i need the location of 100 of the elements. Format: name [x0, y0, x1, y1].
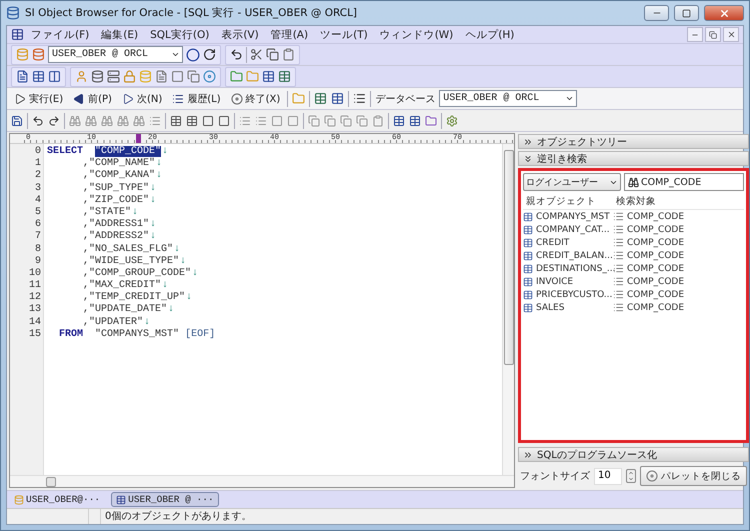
- binoculars-icon[interactable]: [69, 114, 81, 126]
- code-text: ,"ADDRESS2": [83, 231, 150, 242]
- folder-icon[interactable]: [292, 92, 306, 105]
- triangle-right-icon: [122, 92, 134, 104]
- binoculars-icon[interactable]: [85, 114, 97, 126]
- line-end-mark: ↓: [150, 194, 156, 206]
- table-cell: COMP_CODE: [613, 263, 744, 274]
- connection-dropdown[interactable]: USER_OBER @ ORCL: [48, 46, 183, 63]
- server-icon[interactable]: [107, 70, 120, 83]
- table-cell: PRICEBYCUSTO...: [523, 290, 613, 300]
- chevrons-down-icon: [523, 154, 533, 164]
- table-icon[interactable]: [170, 114, 182, 126]
- binoculars-icon[interactable]: [101, 114, 113, 126]
- square-icon[interactable]: [171, 70, 184, 83]
- search-field[interactable]: COMP_CODE: [624, 173, 744, 191]
- close-palette-button[interactable]: パレットを閉じる: [640, 466, 747, 486]
- menu-item[interactable]: SQL実行(O): [145, 28, 214, 42]
- menu-item[interactable]: ツール(T): [315, 28, 373, 42]
- scissors-icon[interactable]: [250, 48, 263, 61]
- table-cell: COMPANY_CAT...: [523, 224, 613, 234]
- binoculars-icon[interactable]: [117, 114, 129, 126]
- close-button[interactable]: [704, 5, 744, 21]
- undo-icon[interactable]: [230, 48, 243, 61]
- clipboard-icon[interactable]: [372, 114, 384, 126]
- horizontal-scrollbar[interactable]: [10, 475, 514, 487]
- section-header[interactable]: オブジェクトツリー: [518, 134, 749, 149]
- line-number: 7: [34, 231, 41, 244]
- table-icon[interactable]: [186, 114, 198, 126]
- spinner-control[interactable]: [626, 469, 636, 484]
- redo-icon[interactable]: [48, 114, 60, 126]
- toolbar-button[interactable]: 前(P): [70, 90, 115, 108]
- table-icon[interactable]: [278, 70, 291, 83]
- line-number: 3: [34, 182, 41, 195]
- font-size-label: フォントサイズ: [520, 470, 590, 484]
- table-cell: INVOICE: [523, 276, 613, 286]
- table-icon: [523, 238, 533, 248]
- table-icon[interactable]: [262, 70, 275, 83]
- font-size-field[interactable]: 10: [594, 468, 622, 485]
- table-icon[interactable]: [393, 114, 405, 126]
- toolbar-button[interactable]: 次(N): [118, 90, 166, 108]
- toolbar-button[interactable]: 実行(E): [11, 90, 66, 108]
- column-header[interactable]: 親オブジェクト: [523, 195, 613, 208]
- section-header[interactable]: 逆引き検索: [518, 151, 749, 166]
- copy-icon[interactable]: [266, 48, 279, 61]
- menu-item[interactable]: 表示(V): [216, 28, 264, 42]
- table-icon[interactable]: [409, 114, 421, 126]
- table-cell: CREDIT: [523, 238, 613, 248]
- menu-item[interactable]: 編集(E): [96, 28, 144, 42]
- section-header[interactable]: SQLのプログラムソース化: [518, 447, 749, 462]
- line-number: 2: [34, 170, 41, 183]
- menu-item[interactable]: ウィンドウ(W): [374, 28, 458, 42]
- document-tab[interactable]: USER_OBER@···: [9, 492, 106, 507]
- vertical-scrollbar[interactable]: [502, 144, 514, 475]
- line-number: 1: [34, 158, 41, 170]
- column-header[interactable]: 検索対象: [613, 195, 744, 208]
- table-icon: [523, 290, 533, 300]
- toolbar-button[interactable]: 終了(X): [228, 90, 284, 108]
- database-icon[interactable]: [91, 70, 104, 83]
- code-text: "COMP_CODE": [95, 146, 162, 157]
- database-icon[interactable]: [32, 48, 45, 61]
- line-end-mark: ↓: [174, 244, 180, 254]
- document-tab[interactable]: USER_OBER @ ···: [111, 492, 219, 507]
- restore-button[interactable]: [705, 27, 721, 42]
- table-icon[interactable]: [314, 92, 328, 105]
- maximize-button[interactable]: [674, 5, 699, 21]
- window-icon[interactable]: [48, 70, 61, 83]
- save-icon[interactable]: [11, 114, 23, 126]
- menu-item[interactable]: 管理(A): [266, 28, 314, 42]
- folder-icon[interactable]: [230, 70, 243, 83]
- square-icon[interactable]: [218, 114, 230, 126]
- undo-icon[interactable]: [32, 114, 44, 126]
- refresh-icon[interactable]: [203, 48, 216, 61]
- copy-icon[interactable]: [187, 70, 200, 83]
- play-icon: [14, 92, 26, 104]
- scope-dropdown[interactable]: ログインユーザー: [523, 173, 621, 191]
- disc-icon[interactable]: [203, 70, 216, 83]
- line-end-mark: ↓: [192, 268, 198, 279]
- menu-item[interactable]: ヘルプ(H): [460, 28, 520, 42]
- list-icon: [613, 276, 624, 287]
- square-icon[interactable]: [202, 114, 214, 126]
- circle-icon[interactable]: [186, 48, 200, 62]
- line-number: 11: [28, 280, 41, 292]
- close-button[interactable]: [723, 27, 739, 42]
- table-icon[interactable]: [32, 70, 45, 83]
- table-icon[interactable]: [331, 92, 344, 105]
- binoculars-icon[interactable]: [133, 114, 145, 126]
- clipboard-icon[interactable]: [282, 48, 295, 61]
- minimize-button[interactable]: [644, 5, 669, 21]
- gear-icon[interactable]: [446, 114, 458, 126]
- menu-item[interactable]: ファイル(F): [26, 28, 94, 42]
- toolbar-button[interactable]: 履歴(L): [169, 90, 224, 108]
- list-icon[interactable]: [353, 92, 366, 105]
- table-cell: COMP_CODE: [613, 224, 744, 235]
- chevrons-right-icon: [523, 450, 533, 460]
- folder-icon[interactable]: [425, 114, 437, 126]
- line-number: 13: [28, 304, 41, 317]
- database-dropdown[interactable]: USER_OBER @ ORCL: [439, 90, 578, 107]
- line-end-mark: ↓: [150, 231, 156, 242]
- line-number: 10: [28, 268, 41, 280]
- list-icon: [613, 289, 624, 300]
